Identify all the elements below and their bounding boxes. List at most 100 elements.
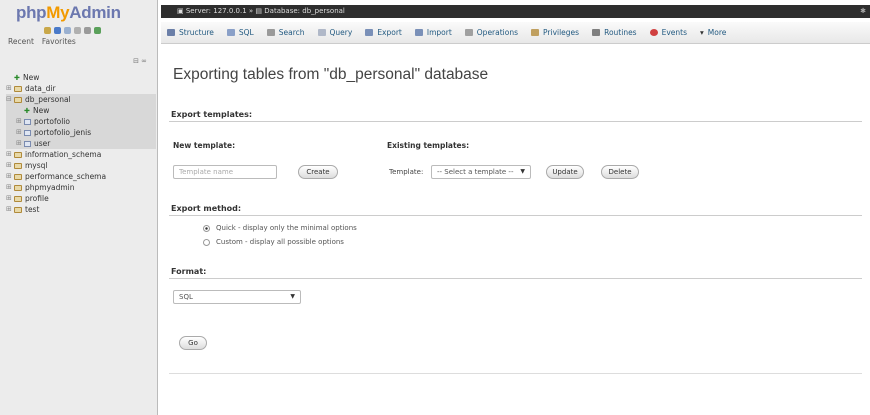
expand-icon[interactable]: ⊞	[16, 127, 24, 138]
settings-icon[interactable]	[84, 27, 91, 34]
search-icon	[266, 29, 275, 36]
database-icon	[14, 96, 22, 103]
database-icon	[14, 85, 22, 92]
main-content: Exporting tables from "db_personal" data…	[161, 44, 870, 415]
tab-export[interactable]: Export	[365, 28, 402, 37]
tab-import[interactable]: Import	[414, 28, 452, 37]
recent-tab[interactable]: Recent	[8, 37, 34, 46]
existing-templates-label: Existing templates:	[387, 141, 470, 150]
template-select[interactable]: -- Select a template -- ▼	[431, 165, 531, 179]
query-icon	[317, 29, 326, 36]
table-icon	[24, 129, 31, 136]
expand-icon[interactable]: ⊞	[6, 193, 14, 204]
expand-icon[interactable]: ⊞	[6, 171, 14, 182]
divider	[169, 121, 862, 122]
new-icon: ✚	[14, 73, 20, 82]
sql-icon	[226, 29, 235, 36]
delete-button[interactable]: Delete	[601, 165, 639, 179]
expand-icon[interactable]: ⊞	[6, 160, 14, 171]
tab-routines[interactable]: Routines	[592, 28, 637, 37]
format-heading: Format:	[171, 267, 207, 276]
reload-icon[interactable]	[94, 27, 101, 34]
tree-item-new[interactable]: ✚ New	[6, 72, 156, 83]
chevron-down-icon: ▼	[290, 293, 295, 300]
custom-method-option[interactable]: Custom - display all possible options	[203, 238, 344, 246]
breadcrumb-database[interactable]: Database: db_personal	[264, 7, 345, 15]
navigation-sidebar: phpMyAdmin Recent Favorites ⊟ ∞ ✚ New ⊞ dat…	[0, 0, 158, 415]
expand-icon[interactable]: ⊞	[16, 116, 24, 127]
format-select[interactable]: SQL ▼	[173, 290, 301, 304]
wrench-icon	[464, 29, 473, 36]
breadcrumb-server[interactable]: Server: 127.0.0.1	[186, 7, 247, 15]
expand-icon[interactable]: ⊞	[6, 182, 14, 193]
tree-item-portofolio[interactable]: ⊞ portofolio	[6, 116, 156, 127]
home-icon[interactable]	[44, 27, 51, 34]
database-tree: ✚ New ⊞ data_dir ⊟ db_personal ✚ New ⊞ portof…	[6, 72, 156, 215]
tree-item-new-table[interactable]: ✚ New	[6, 105, 156, 116]
tree-item-phpmyadmin[interactable]: ⊞ phpmyadmin	[6, 182, 156, 193]
favorites-tab[interactable]: Favorites	[42, 37, 76, 46]
tab-sql[interactable]: SQL	[226, 28, 254, 37]
clock-icon	[649, 29, 658, 36]
selected-database-group: ⊟ db_personal ✚ New ⊞ portofolio ⊞ portofoli…	[6, 94, 156, 149]
database-icon	[14, 162, 22, 169]
divider	[169, 278, 862, 279]
structure-icon	[167, 29, 175, 36]
tab-structure[interactable]: Structure	[167, 28, 214, 37]
tree-item-information-schema[interactable]: ⊞ information_schema	[6, 149, 156, 160]
chevron-down-icon: ▼	[520, 168, 525, 175]
tab-more[interactable]: ▾ More	[700, 28, 726, 37]
create-button[interactable]: Create	[298, 165, 338, 179]
database-icon	[14, 206, 22, 213]
collapse-icon[interactable]: ⊟	[6, 94, 14, 105]
radio-button[interactable]	[203, 238, 210, 246]
quick-method-option[interactable]: Quick - display only the minimal options	[203, 224, 357, 232]
new-icon: ✚	[24, 106, 30, 115]
collapse-all-link[interactable]: ⊟ ∞	[133, 57, 147, 65]
table-icon	[24, 140, 31, 147]
phpmyadmin-logo[interactable]: phpMyAdmin	[16, 3, 121, 23]
tree-item-profile[interactable]: ⊞ profile	[6, 193, 156, 204]
docs-icon[interactable]	[64, 27, 71, 34]
expand-icon[interactable]: ⊞	[6, 204, 14, 215]
tab-operations[interactable]: Operations	[464, 28, 518, 37]
caret-down-icon: ▾	[700, 28, 704, 37]
recent-favorites-tabs: Recent Favorites	[8, 37, 84, 46]
database-icon	[14, 184, 22, 191]
tree-item-test[interactable]: ⊞ test	[6, 204, 156, 215]
database-icon	[14, 195, 22, 202]
main-tabs: Structure SQL Search Query Export Import…	[161, 22, 870, 44]
breadcrumb-separator: »	[248, 7, 254, 15]
database-icon: ▤	[255, 7, 265, 15]
import-icon	[414, 29, 423, 36]
tab-privileges[interactable]: Privileges	[531, 28, 579, 37]
expand-icon[interactable]: ⊞	[6, 149, 14, 160]
new-template-label: New template:	[173, 141, 236, 150]
expand-icon[interactable]: ⊞	[6, 83, 14, 94]
routines-icon	[592, 29, 601, 36]
page-title: Exporting tables from "db_personal" data…	[173, 66, 489, 83]
sql-docs-icon[interactable]	[74, 27, 81, 34]
radio-button[interactable]	[203, 224, 210, 232]
tab-events[interactable]: Events	[649, 28, 687, 37]
tree-item-portofolio-jenis[interactable]: ⊞ portofolio_jenis	[6, 127, 156, 138]
breadcrumb: ▣ Server: 127.0.0.1 » ▤ Database: db_per…	[161, 5, 870, 18]
divider	[169, 215, 862, 216]
tree-item-mysql[interactable]: ⊞ mysql	[6, 160, 156, 171]
tree-item-db-personal[interactable]: ⊟ db_personal	[6, 94, 156, 105]
tab-search[interactable]: Search	[266, 28, 305, 37]
tree-item-user[interactable]: ⊞ user	[6, 138, 156, 149]
template-name-input[interactable]: Template name	[173, 165, 277, 179]
go-button[interactable]: Go	[179, 336, 207, 350]
expand-icon[interactable]: ⊞	[16, 138, 24, 149]
tab-query[interactable]: Query	[317, 28, 352, 37]
gear-icon[interactable]: ✱	[860, 5, 866, 18]
template-select-label: Template:	[389, 168, 424, 176]
database-icon	[14, 151, 22, 158]
server-icon: ▣	[177, 7, 186, 15]
update-button[interactable]: Update	[546, 165, 584, 179]
logout-icon[interactable]	[54, 27, 61, 34]
export-templates-heading: Export templates:	[171, 110, 253, 119]
tree-item-data-dir[interactable]: ⊞ data_dir	[6, 83, 156, 94]
tree-item-performance-schema[interactable]: ⊞ performance_schema	[6, 171, 156, 182]
